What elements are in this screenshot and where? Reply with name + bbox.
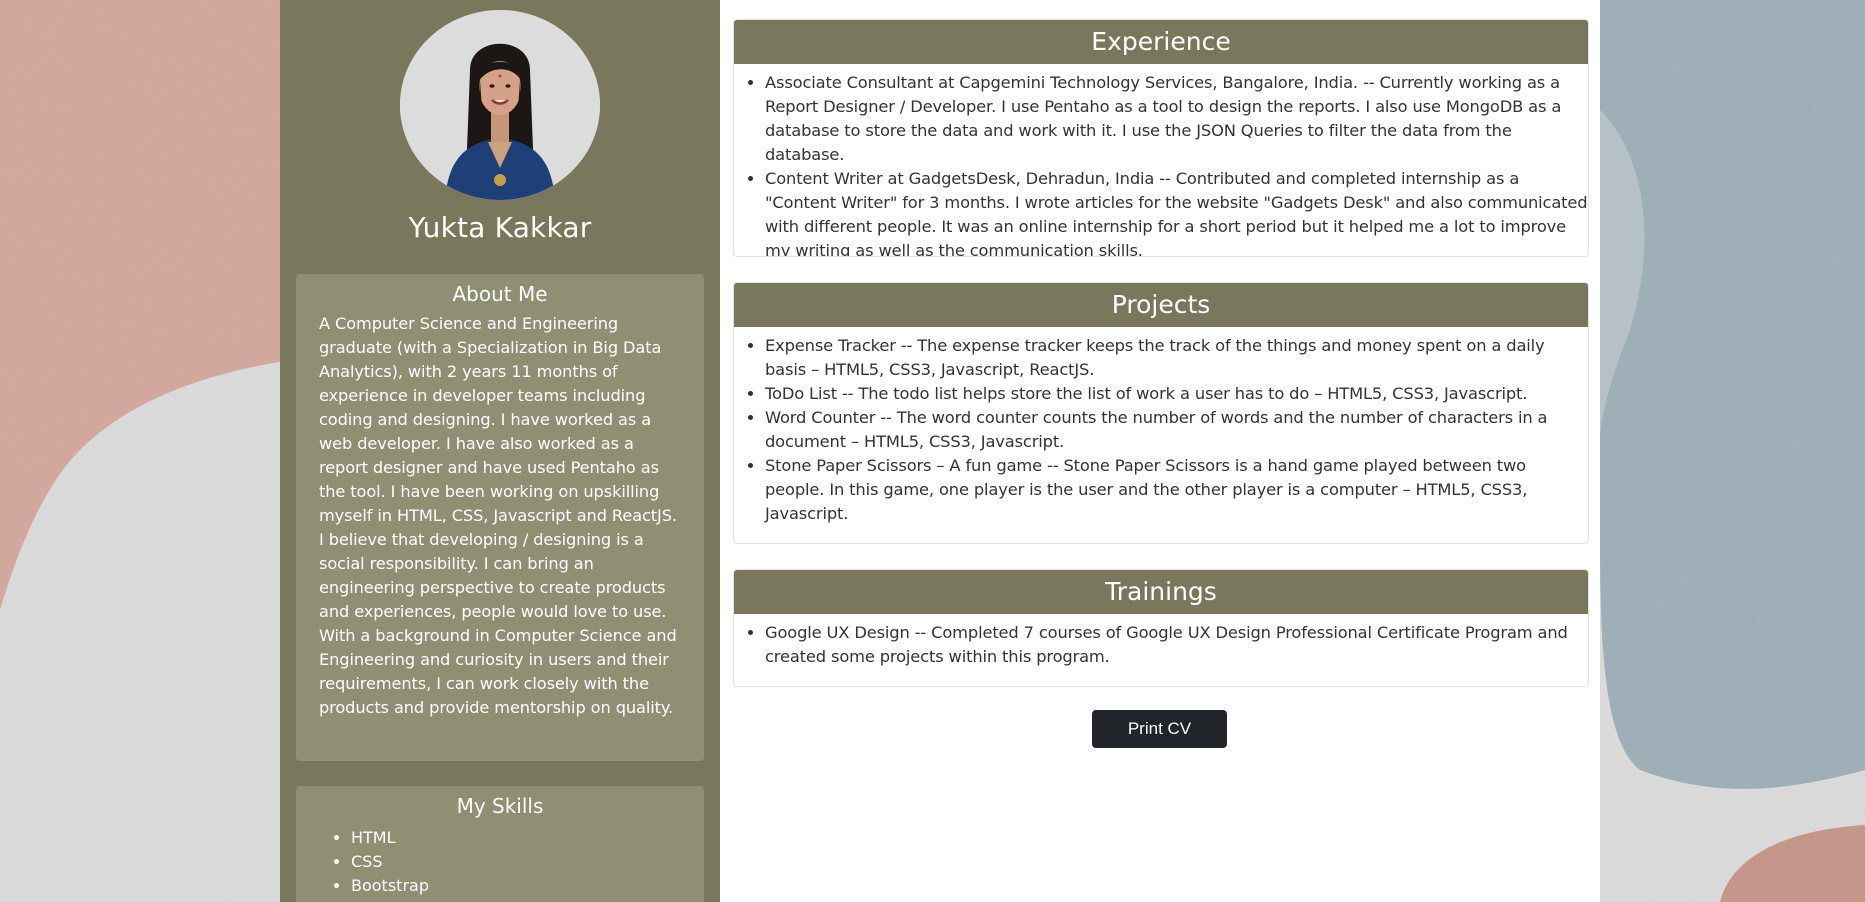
- profile-name: Yukta Kakkar: [408, 211, 592, 244]
- training-item: Google UX Design -- Completed 7 courses …: [765, 621, 1588, 669]
- trainings-header: Trainings: [734, 570, 1588, 614]
- experience-list: Associate Consultant at Capgemini Techno…: [734, 71, 1588, 256]
- cv-main-content: Experience Associate Consultant at Capge…: [720, 0, 1600, 902]
- experience-item: Associate Consultant at Capgemini Techno…: [765, 71, 1588, 167]
- project-item: ToDo List -- The todo list helps store t…: [765, 382, 1588, 406]
- experience-section: Experience Associate Consultant at Capge…: [733, 19, 1589, 257]
- skill-item: Bootstrap: [351, 874, 704, 898]
- projects-list: Expense Tracker -- The expense tracker k…: [734, 334, 1588, 526]
- print-cv-button[interactable]: Print CV: [1092, 710, 1227, 748]
- projects-section: Projects Expense Tracker -- The expense …: [733, 282, 1589, 544]
- profile-photo: [400, 10, 600, 200]
- skills-title: My Skills: [456, 794, 544, 818]
- trainings-list: Google UX Design -- Completed 7 courses …: [734, 621, 1588, 669]
- project-item: Expense Tracker -- The expense tracker k…: [765, 334, 1588, 382]
- projects-header: Projects: [734, 283, 1588, 327]
- about-me-title: About Me: [452, 282, 548, 306]
- project-item: Stone Paper Scissors – A fun game -- Sto…: [765, 454, 1588, 526]
- about-me-card: About Me A Computer Science and Engineer…: [296, 274, 704, 761]
- about-me-text: A Computer Science and Engineering gradu…: [319, 314, 677, 717]
- project-item: Word Counter -- The word counter counts …: [765, 406, 1588, 454]
- skill-item: HTML: [351, 826, 704, 850]
- skills-list: HTML CSS Bootstrap: [296, 826, 704, 898]
- trainings-section: Trainings Google UX Design -- Completed …: [733, 569, 1589, 687]
- skill-item: CSS: [351, 850, 704, 874]
- experience-item: Content Writer at GadgetsDesk, Dehradun,…: [765, 167, 1588, 256]
- profile-sidebar: Yukta Kakkar About Me A Computer Science…: [280, 0, 720, 902]
- profile-photo-icon: [400, 10, 600, 200]
- experience-header: Experience: [734, 20, 1588, 64]
- skills-card: My Skills HTML CSS Bootstrap: [296, 786, 704, 902]
